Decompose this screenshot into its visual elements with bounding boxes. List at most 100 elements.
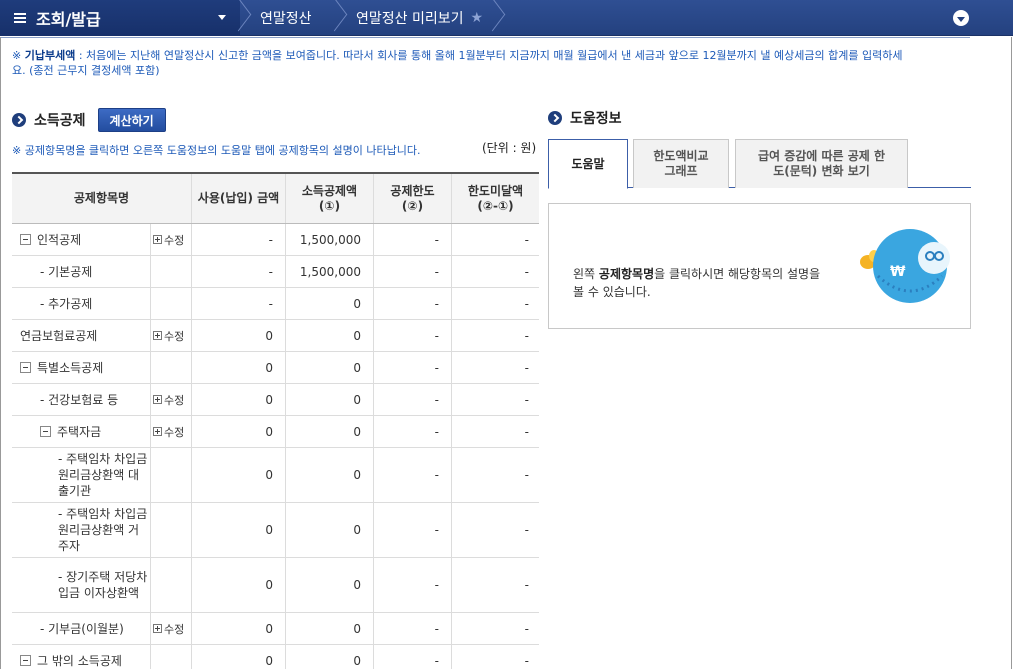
plus-icon[interactable] <box>153 331 162 340</box>
row-name-cell[interactable]: - 주택임차 차입금 원리금상환액 대출기관 <box>12 448 151 502</box>
paid-amount-cell: 0 <box>192 352 286 383</box>
row-name-cell[interactable]: 인적공제 <box>12 224 151 255</box>
header-deduction-amount: 소득공제액 (①) <box>286 174 374 223</box>
calculate-button[interactable]: 계산하기 <box>97 108 166 132</box>
collapse-icon[interactable] <box>40 426 51 437</box>
deduction-limit-cell: - <box>374 384 452 415</box>
limit-shortfall-cell: - <box>524 653 529 668</box>
limit-shortfall-cell: - <box>524 360 529 375</box>
row-name-cell[interactable]: 특별소득공제 <box>12 352 151 383</box>
row-name-cell[interactable]: - 장기주택 저당차입금 이자상환액 <box>12 558 151 612</box>
paid-amount-cell: 0 <box>192 558 286 612</box>
menu-title[interactable]: 조회/발급 <box>36 6 101 30</box>
deduction-amount-cell: 0 <box>286 384 374 415</box>
notice-text: ※ 기납부세액 : 처음에는 지난해 연말정산시 신고한 금액을 보여줍니다. … <box>12 49 903 77</box>
paid-amount-cell: 0 <box>192 645 286 669</box>
deduction-limit-cell: - <box>374 448 452 502</box>
income-deduction-header: 소득공제 계산하기 <box>12 108 166 132</box>
table-row: 연금보험료공제 수정 0 0 - - <box>12 320 539 352</box>
edit-cell-empty <box>151 288 192 319</box>
deduction-limit-cell: - <box>374 645 452 669</box>
deduction-limit-cell: - <box>374 288 452 319</box>
row-name-cell[interactable]: - 건강보험료 등 <box>12 384 151 415</box>
row-name-cell[interactable]: 그 밖의 소득공제 <box>12 645 151 669</box>
caret-down-icon[interactable] <box>218 15 226 20</box>
tab-threshold-change[interactable]: 급여 증감에 따른 공제 한도(문턱) 변화 보기 <box>735 139 908 188</box>
deduction-amount-cell: 0 <box>286 416 374 447</box>
unit-label: (단위 : 원) <box>482 141 537 155</box>
limit-shortfall-cell: - <box>524 296 529 311</box>
section-title: 소득공제 <box>34 113 86 129</box>
edit-link[interactable]: 수정 <box>151 613 192 644</box>
table-header-row: 공제항목명 사용(납입) 금액 소득공제액 (①) 공제한도 (②) 한도미달액… <box>12 174 539 224</box>
paid-amount-cell: - <box>192 256 286 287</box>
edit-link[interactable]: 수정 <box>151 416 192 447</box>
menu-selector[interactable]: 조회/발급 <box>0 0 240 36</box>
deduction-amount-cell: 0 <box>286 320 374 351</box>
deduction-amount-cell: 0 <box>286 558 374 612</box>
header-item-name: 공제항목명 <box>12 174 192 223</box>
table-row: 그 밖의 소득공제 0 0 - - <box>12 645 539 669</box>
plus-icon[interactable] <box>153 624 162 633</box>
breadcrumb-year-end-settlement[interactable]: 연말정산 <box>260 0 312 36</box>
plus-icon[interactable] <box>153 235 162 244</box>
table-row: - 기본공제 - 1,500,000 - - <box>12 256 539 288</box>
help-info-header: 도움정보 <box>548 108 622 128</box>
breadcrumb-label[interactable]: 연말정산 <box>260 8 312 28</box>
table-row: 특별소득공제 0 0 - - <box>12 352 539 384</box>
row-name-cell[interactable]: - 추가공제 <box>12 288 151 319</box>
paid-amount-cell: 0 <box>192 416 286 447</box>
help-message: 왼쪽 공제항목명을 클릭하시면 해당항목의 설명을 볼 수 있습니다. <box>573 267 821 299</box>
deduction-limit-cell: - <box>374 224 452 255</box>
paid-amount-cell: 0 <box>192 613 286 644</box>
frame-border-right <box>1011 37 1012 669</box>
limit-shortfall-cell: - <box>524 424 529 439</box>
collapse-icon[interactable] <box>20 234 31 245</box>
breadcrumb-separator-icon <box>322 0 340 36</box>
plus-icon[interactable] <box>153 427 162 436</box>
section-arrow-icon <box>548 111 562 125</box>
row-name-cell[interactable]: 주택자금 <box>12 416 151 447</box>
limit-shortfall-cell: - <box>524 621 529 636</box>
row-name-cell[interactable]: - 주택임차 차입금 원리금상환액 거주자 <box>12 503 151 557</box>
table-row: - 추가공제 - 0 - - <box>12 288 539 320</box>
tab-help[interactable]: 도움말 <box>548 139 628 189</box>
edit-link[interactable]: 수정 <box>151 224 192 255</box>
deduction-limit-cell: - <box>374 256 452 287</box>
limit-shortfall-cell: - <box>524 232 529 247</box>
frame-border-left <box>0 37 1 669</box>
tab-limit-graph[interactable]: 한도액비교 그래프 <box>633 139 729 188</box>
section-title: 도움정보 <box>570 111 622 127</box>
table-row: - 주택임차 차입금 원리금상환액 거주자 0 0 - - <box>12 503 539 558</box>
top-navigation-bar: 조회/발급 연말정산 연말정산 미리보기 ★ <box>0 0 1013 36</box>
breadcrumb-separator-icon <box>480 0 498 36</box>
table-row: 인적공제 수정 - 1,500,000 - - <box>12 224 539 256</box>
breadcrumb-label[interactable]: 연말정산 미리보기 <box>356 8 464 28</box>
edit-link[interactable]: 수정 <box>151 384 192 415</box>
expand-down-icon[interactable] <box>953 10 969 26</box>
notice-keyword: 기납부세액 <box>24 49 76 62</box>
row-name-cell[interactable]: - 기부금(이월분) <box>12 613 151 644</box>
paid-amount-cell: 0 <box>192 320 286 351</box>
breadcrumb-preview[interactable]: 연말정산 미리보기 ★ <box>356 0 483 36</box>
deduction-limit-cell: - <box>374 352 452 383</box>
deduction-amount-cell: 0 <box>286 613 374 644</box>
table-row: - 주택임차 차입금 원리금상환액 대출기관 0 0 - - <box>12 448 539 503</box>
row-name-cell[interactable]: 연금보험료공제 <box>12 320 151 351</box>
hamburger-icon[interactable] <box>14 13 26 23</box>
deduction-amount-cell: 0 <box>286 448 374 502</box>
collapse-icon[interactable] <box>20 362 31 373</box>
limit-shortfall-cell: - <box>524 468 529 482</box>
deduction-limit-cell: - <box>374 558 452 612</box>
limit-shortfall-cell: - <box>524 264 529 279</box>
row-name-cell[interactable]: - 기본공제 <box>12 256 151 287</box>
table-row: - 장기주택 저당차입금 이자상환액 0 0 - - <box>12 558 539 613</box>
edit-cell-empty <box>151 558 192 612</box>
deduction-limit-cell: - <box>374 503 452 557</box>
plus-icon[interactable] <box>153 395 162 404</box>
edit-link[interactable]: 수정 <box>151 320 192 351</box>
collapse-icon[interactable] <box>20 655 31 666</box>
deduction-amount-cell: 0 <box>286 503 374 557</box>
table-row: 주택자금 수정 0 0 - - <box>12 416 539 448</box>
section-arrow-icon <box>12 113 26 127</box>
